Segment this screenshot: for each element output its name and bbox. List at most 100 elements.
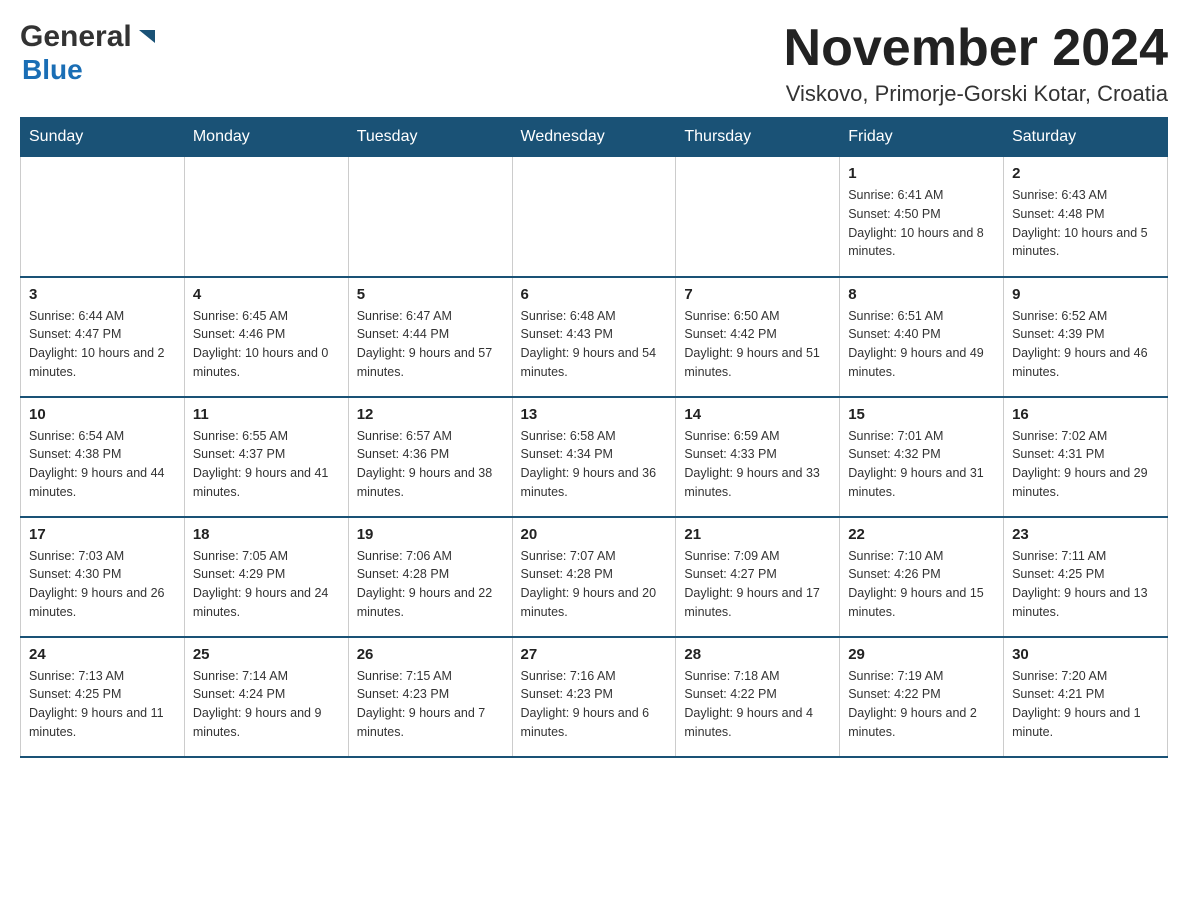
- calendar-day: 24 Sunrise: 7:13 AM Sunset: 4:25 PM Dayli…: [21, 637, 185, 757]
- title-area: November 2024 Viskovo, Primorje-Gorski K…: [784, 20, 1168, 107]
- day-number: 17: [29, 526, 176, 543]
- calendar-week-row: 24 Sunrise: 7:13 AM Sunset: 4:25 PM Dayli…: [21, 637, 1168, 757]
- day-number: 1: [848, 165, 995, 182]
- calendar-day: 11Sunrise: 6:55 AM Sunset: 4:37 PM Dayli…: [184, 397, 348, 517]
- calendar-header-tuesday: Tuesday: [348, 118, 512, 157]
- calendar-day: 2 Sunrise: 6:43 AM Sunset: 4:48 PM Daylig…: [1004, 157, 1168, 277]
- logo-general-text: General: [20, 20, 132, 54]
- calendar-day: [21, 157, 185, 277]
- calendar-day: 16 Sunrise: 7:02 AM Sunset: 4:31 PM Dayli…: [1004, 397, 1168, 517]
- logo: General Blue: [20, 20, 158, 86]
- day-number: 7: [684, 286, 831, 303]
- logo-triangle-icon: [136, 25, 158, 52]
- day-number: 19: [357, 526, 504, 543]
- day-number: 27: [521, 646, 668, 663]
- calendar-day: [184, 157, 348, 277]
- calendar-week-row: 10 Sunrise: 6:54 AM Sunset: 4:38 PM Dayli…: [21, 397, 1168, 517]
- calendar-day: 18 Sunrise: 7:05 AM Sunset: 4:29 PM Dayli…: [184, 517, 348, 637]
- calendar-day: 6 Sunrise: 6:48 AM Sunset: 4:43 PM Daylig…: [512, 277, 676, 397]
- calendar-day: 27 Sunrise: 7:16 AM Sunset: 4:23 PM Dayli…: [512, 637, 676, 757]
- day-info: Sunrise: 6:50 AM Sunset: 4:42 PM Dayligh…: [684, 307, 831, 382]
- day-number: 26: [357, 646, 504, 663]
- day-number: 18: [193, 526, 340, 543]
- day-info: Sunrise: 6:47 AM Sunset: 4:44 PM Dayligh…: [357, 307, 504, 382]
- day-info: Sunrise: 7:10 AM Sunset: 4:26 PM Dayligh…: [848, 547, 995, 622]
- calendar-header-friday: Friday: [840, 118, 1004, 157]
- day-info: Sunrise: 6:52 AM Sunset: 4:39 PM Dayligh…: [1012, 307, 1159, 382]
- calendar-day: 23 Sunrise: 7:11 AM Sunset: 4:25 PM Dayli…: [1004, 517, 1168, 637]
- calendar-table: SundayMondayTuesdayWednesdayThursdayFrid…: [20, 117, 1168, 758]
- calendar-week-row: 1 Sunrise: 6:41 AM Sunset: 4:50 PM Daylig…: [21, 157, 1168, 277]
- day-info: Sunrise: 7:09 AM Sunset: 4:27 PM Dayligh…: [684, 547, 831, 622]
- day-number: 13: [521, 406, 668, 423]
- page-header: General Blue November 2024 Viskovo, Prim…: [20, 20, 1168, 107]
- day-number: 22: [848, 526, 995, 543]
- day-info: Sunrise: 7:18 AM Sunset: 4:22 PM Dayligh…: [684, 667, 831, 742]
- day-number: 3: [29, 286, 176, 303]
- day-info: Sunrise: 7:20 AM Sunset: 4:21 PM Dayligh…: [1012, 667, 1159, 742]
- day-info: Sunrise: 6:59 AM Sunset: 4:33 PM Dayligh…: [684, 427, 831, 502]
- day-number: 15: [848, 406, 995, 423]
- day-number: 14: [684, 406, 831, 423]
- day-number: 6: [521, 286, 668, 303]
- month-title: November 2024: [784, 20, 1168, 77]
- day-info: Sunrise: 7:01 AM Sunset: 4:32 PM Dayligh…: [848, 427, 995, 502]
- day-info: Sunrise: 6:43 AM Sunset: 4:48 PM Dayligh…: [1012, 186, 1159, 261]
- calendar-day: 25Sunrise: 7:14 AM Sunset: 4:24 PM Dayli…: [184, 637, 348, 757]
- day-info: Sunrise: 7:03 AM Sunset: 4:30 PM Dayligh…: [29, 547, 176, 622]
- day-number: 23: [1012, 526, 1159, 543]
- calendar-day: 1 Sunrise: 6:41 AM Sunset: 4:50 PM Daylig…: [840, 157, 1004, 277]
- day-info: Sunrise: 7:07 AM Sunset: 4:28 PM Dayligh…: [521, 547, 668, 622]
- calendar-day: [348, 157, 512, 277]
- calendar-day: 22 Sunrise: 7:10 AM Sunset: 4:26 PM Dayli…: [840, 517, 1004, 637]
- calendar-day: 7 Sunrise: 6:50 AM Sunset: 4:42 PM Daylig…: [676, 277, 840, 397]
- calendar-day: 5 Sunrise: 6:47 AM Sunset: 4:44 PM Daylig…: [348, 277, 512, 397]
- calendar-day: [512, 157, 676, 277]
- day-number: 21: [684, 526, 831, 543]
- calendar-header-row: SundayMondayTuesdayWednesdayThursdayFrid…: [21, 118, 1168, 157]
- calendar-day: 19Sunrise: 7:06 AM Sunset: 4:28 PM Dayli…: [348, 517, 512, 637]
- calendar-day: 9 Sunrise: 6:52 AM Sunset: 4:39 PM Daylig…: [1004, 277, 1168, 397]
- day-info: Sunrise: 7:05 AM Sunset: 4:29 PM Dayligh…: [193, 547, 340, 622]
- day-number: 11: [193, 406, 340, 423]
- day-number: 10: [29, 406, 176, 423]
- calendar-day: 12Sunrise: 6:57 AM Sunset: 4:36 PM Dayli…: [348, 397, 512, 517]
- day-number: 30: [1012, 646, 1159, 663]
- day-info: Sunrise: 7:19 AM Sunset: 4:22 PM Dayligh…: [848, 667, 995, 742]
- day-number: 8: [848, 286, 995, 303]
- calendar-week-row: 17 Sunrise: 7:03 AM Sunset: 4:30 PM Dayli…: [21, 517, 1168, 637]
- calendar-day: 13 Sunrise: 6:58 AM Sunset: 4:34 PM Dayli…: [512, 397, 676, 517]
- day-number: 12: [357, 406, 504, 423]
- day-number: 28: [684, 646, 831, 663]
- day-number: 4: [193, 286, 340, 303]
- day-info: Sunrise: 7:02 AM Sunset: 4:31 PM Dayligh…: [1012, 427, 1159, 502]
- day-info: Sunrise: 6:58 AM Sunset: 4:34 PM Dayligh…: [521, 427, 668, 502]
- day-info: Sunrise: 6:48 AM Sunset: 4:43 PM Dayligh…: [521, 307, 668, 382]
- calendar-day: 14 Sunrise: 6:59 AM Sunset: 4:33 PM Dayli…: [676, 397, 840, 517]
- day-info: Sunrise: 7:16 AM Sunset: 4:23 PM Dayligh…: [521, 667, 668, 742]
- calendar-header-monday: Monday: [184, 118, 348, 157]
- day-info: Sunrise: 7:15 AM Sunset: 4:23 PM Dayligh…: [357, 667, 504, 742]
- calendar-day: [676, 157, 840, 277]
- calendar-week-row: 3Sunrise: 6:44 AM Sunset: 4:47 PM Daylig…: [21, 277, 1168, 397]
- day-number: 5: [357, 286, 504, 303]
- day-number: 16: [1012, 406, 1159, 423]
- logo-blue-text: Blue: [22, 54, 83, 85]
- day-number: 9: [1012, 286, 1159, 303]
- calendar-header-thursday: Thursday: [676, 118, 840, 157]
- day-number: 24: [29, 646, 176, 663]
- day-info: Sunrise: 6:41 AM Sunset: 4:50 PM Dayligh…: [848, 186, 995, 261]
- calendar-header-sunday: Sunday: [21, 118, 185, 157]
- day-info: Sunrise: 6:51 AM Sunset: 4:40 PM Dayligh…: [848, 307, 995, 382]
- calendar-header-saturday: Saturday: [1004, 118, 1168, 157]
- calendar-day: 8 Sunrise: 6:51 AM Sunset: 4:40 PM Daylig…: [840, 277, 1004, 397]
- day-info: Sunrise: 7:13 AM Sunset: 4:25 PM Dayligh…: [29, 667, 176, 742]
- calendar-day: 3Sunrise: 6:44 AM Sunset: 4:47 PM Daylig…: [21, 277, 185, 397]
- day-info: Sunrise: 7:14 AM Sunset: 4:24 PM Dayligh…: [193, 667, 340, 742]
- calendar-header-wednesday: Wednesday: [512, 118, 676, 157]
- calendar-day: 20Sunrise: 7:07 AM Sunset: 4:28 PM Dayli…: [512, 517, 676, 637]
- day-info: Sunrise: 6:54 AM Sunset: 4:38 PM Dayligh…: [29, 427, 176, 502]
- day-info: Sunrise: 6:45 AM Sunset: 4:46 PM Dayligh…: [193, 307, 340, 382]
- day-info: Sunrise: 7:11 AM Sunset: 4:25 PM Dayligh…: [1012, 547, 1159, 622]
- day-number: 2: [1012, 165, 1159, 182]
